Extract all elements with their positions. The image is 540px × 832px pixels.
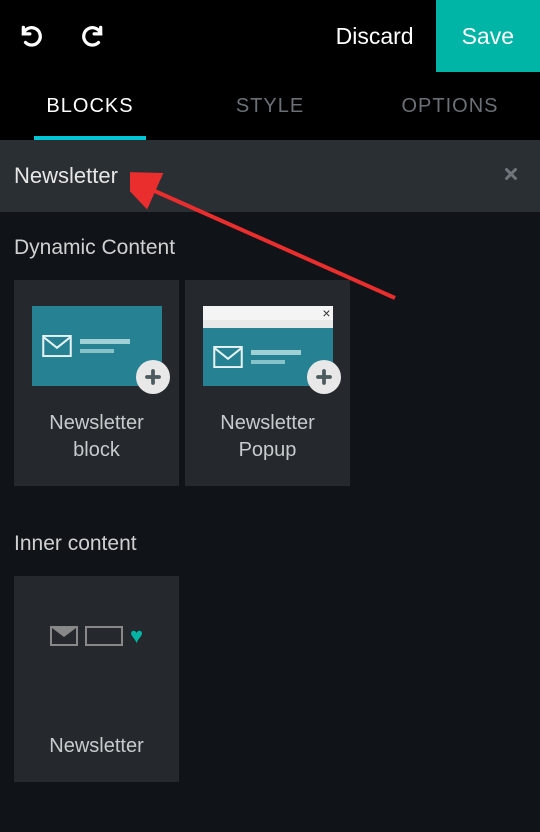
popup-close-icon: × [322, 305, 330, 321]
block-grid: Newsletterblock × [14, 280, 526, 486]
section-inner-content: Inner content ♥ Newsletter [0, 486, 540, 782]
section-title: Dynamic Content [14, 236, 526, 260]
panel-tabs: BLOCKS STYLE OPTIONS [0, 72, 540, 140]
block-thumbnail: × [203, 306, 333, 386]
add-badge [136, 360, 170, 394]
tab-options[interactable]: OPTIONS [360, 73, 540, 140]
popup-titlebar-icon: × [203, 306, 333, 320]
block-search-bar: Newsletter [0, 140, 540, 212]
block-label: NewsletterPopup [220, 410, 314, 464]
redo-button[interactable] [78, 22, 106, 50]
block-thumbnail [32, 306, 162, 386]
envelope-icon [50, 626, 78, 646]
tab-blocks[interactable]: BLOCKS [0, 73, 180, 140]
redo-icon [79, 23, 105, 49]
add-badge [307, 360, 341, 394]
plus-icon [144, 368, 162, 386]
block-card-newsletter-popup[interactable]: × New [185, 280, 350, 486]
input-field-icon [85, 626, 123, 646]
undo-icon [19, 23, 45, 49]
undo-button[interactable] [18, 22, 46, 50]
search-input[interactable]: Newsletter [14, 163, 502, 189]
tab-style[interactable]: STYLE [180, 73, 360, 140]
block-card-newsletter-block[interactable]: Newsletterblock [14, 280, 179, 486]
heart-icon: ♥ [130, 623, 143, 649]
close-icon [502, 165, 520, 183]
block-card-newsletter[interactable]: ♥ Newsletter [14, 576, 179, 782]
toolbar-history-group [0, 22, 106, 50]
top-toolbar: Discard Save [0, 0, 540, 72]
envelope-icon [213, 346, 243, 368]
block-label: Newsletter [49, 733, 143, 760]
section-title: Inner content [14, 532, 526, 556]
envelope-icon [42, 335, 72, 357]
save-button[interactable]: Save [436, 0, 540, 72]
section-dynamic-content: Dynamic Content Newsletterblock [0, 212, 540, 486]
clear-search-button[interactable] [502, 163, 520, 189]
text-lines-icon [80, 339, 130, 353]
block-thumbnail: ♥ [39, 612, 154, 660]
block-grid: ♥ Newsletter [14, 576, 526, 782]
text-lines-icon [251, 350, 301, 364]
block-label: Newsletterblock [49, 410, 143, 464]
discard-button[interactable]: Discard [314, 0, 436, 72]
plus-icon [315, 368, 333, 386]
